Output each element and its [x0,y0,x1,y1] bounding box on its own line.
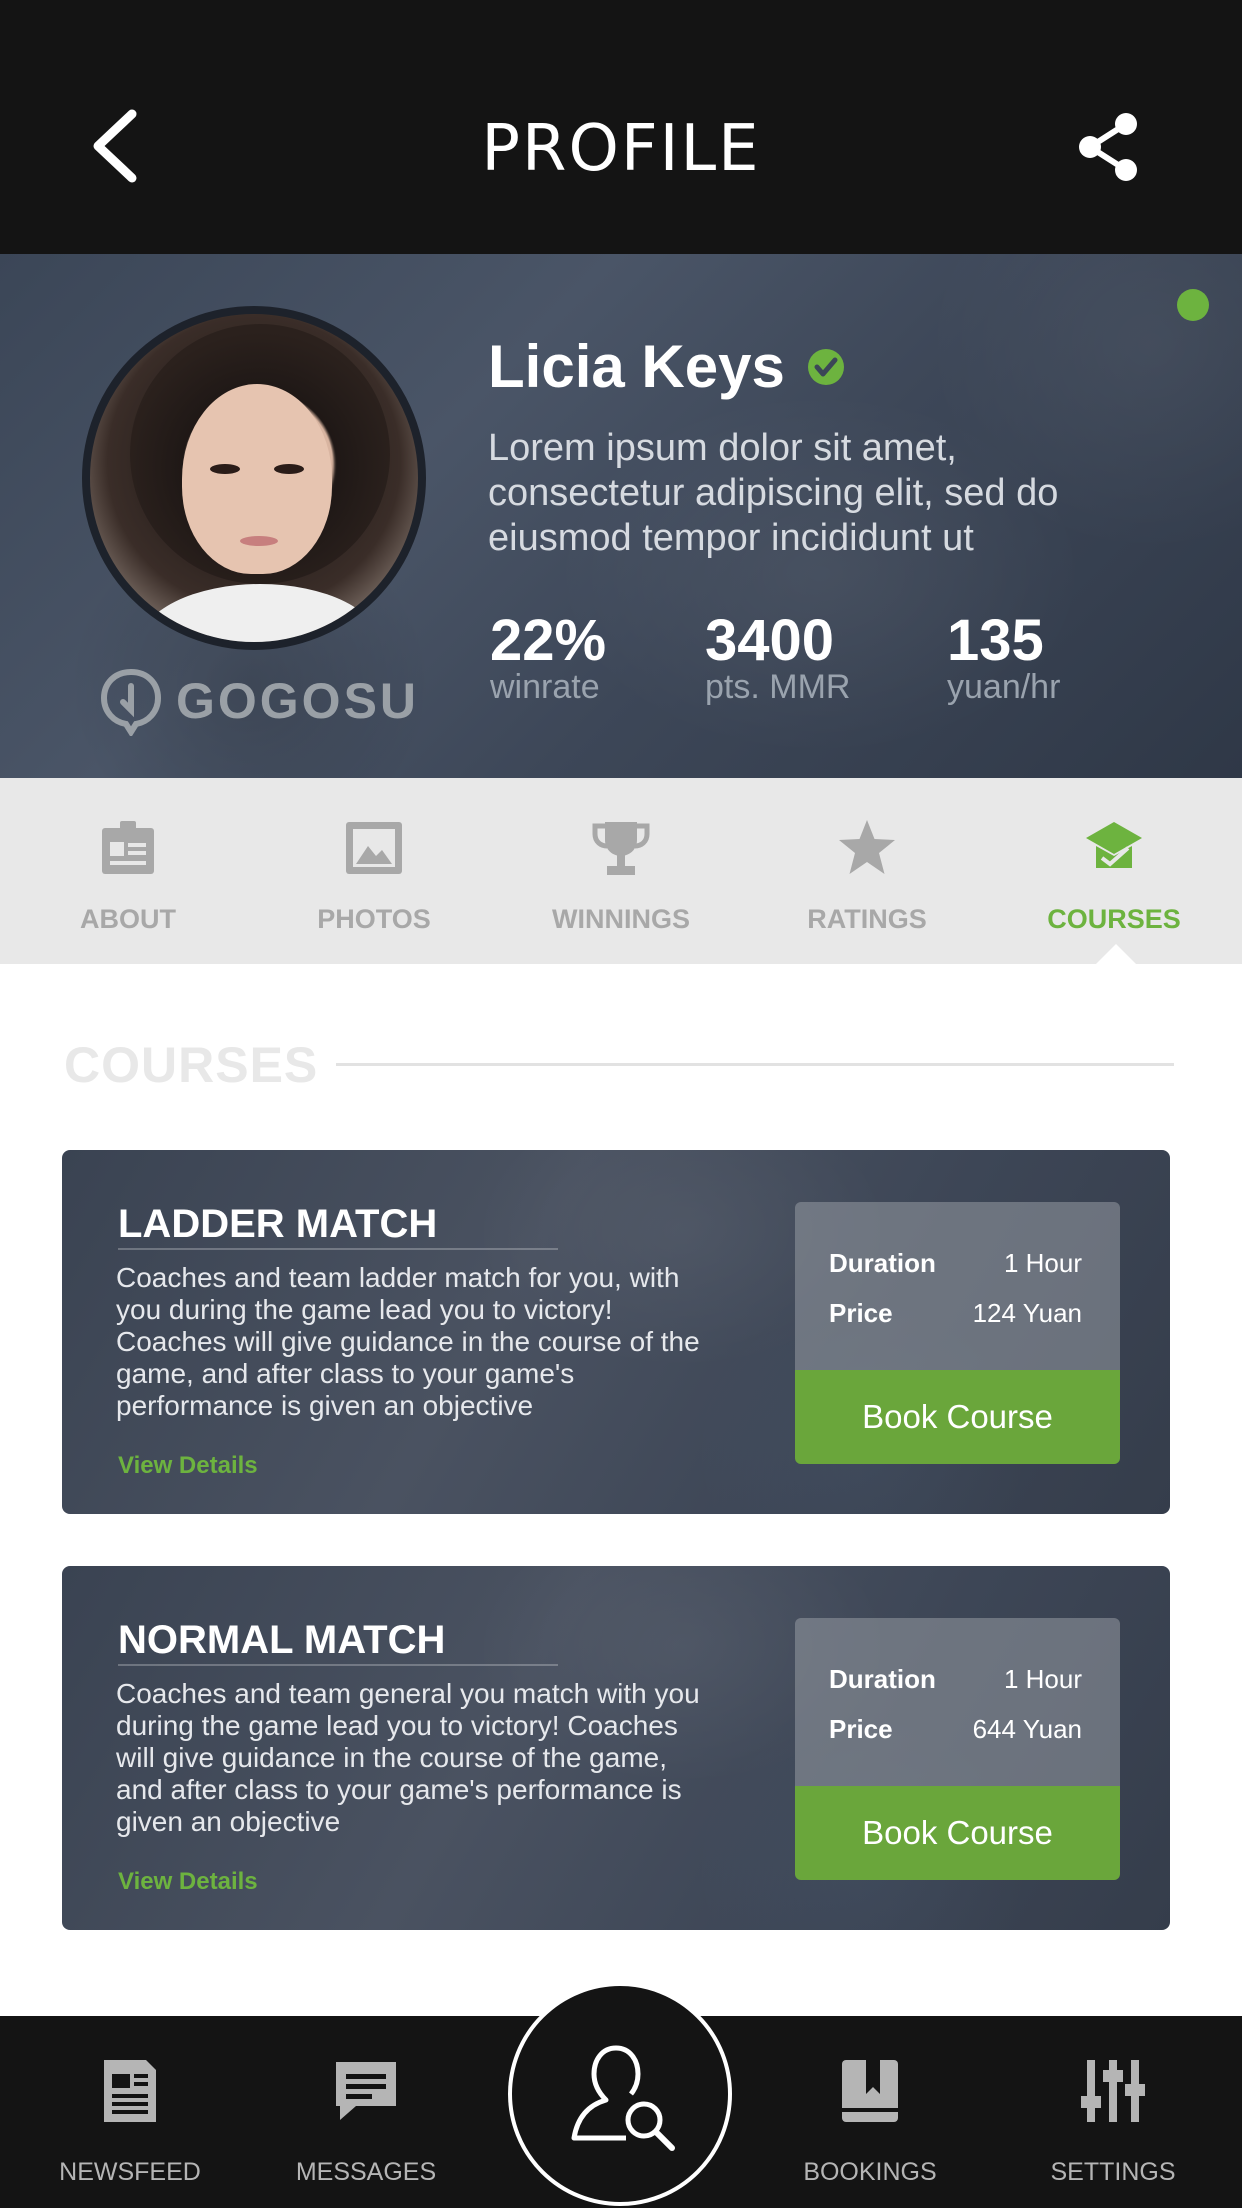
tab-courses[interactable]: COURSES [990,778,1238,964]
nav-label: NEWSFEED [59,2158,201,2186]
course-title: LADDER MATCH [118,1202,438,1246]
profile-bio: Lorem ipsum dolor sit amet, consectetur … [488,427,1059,559]
sliders-icon [1081,2060,1145,2122]
tab-label: COURSES [1047,904,1181,934]
duration-label: Duration [829,1248,936,1278]
image-icon [346,822,402,874]
stat-mmr: 3400 pts. MMR [705,608,851,706]
app-header: PROFILE [0,0,1242,254]
course-card: LADDER MATCH Coaches and team ladder mat… [62,1150,1170,1514]
profile-name: Licia Keys [488,333,785,400]
duration-row: Duration 1 Hour [829,1248,1082,1279]
stat-value: 135 [947,608,1044,673]
online-status-indicator [1177,289,1209,321]
duration-row: Duration 1 Hour [829,1664,1082,1695]
tab-label: ABOUT [80,904,176,934]
page-title: PROFILE [481,112,761,186]
nav-messages[interactable]: MESSAGES [246,2016,486,2208]
price-row: Price 124 Yuan [829,1298,1082,1329]
stat-label: winrate [490,668,600,706]
nav-newsfeed[interactable]: NEWSFEED [10,2016,250,2208]
price-row: Price 644 Yuan [829,1714,1082,1745]
price-value: 124 Yuan [972,1298,1082,1328]
section-divider [336,1063,1174,1066]
message-icon [336,2062,396,2120]
clipboard-icon [102,821,154,874]
course-title: NORMAL MATCH [118,1618,446,1662]
profile-tabs: ABOUT PHOTOS WINNINGS RATINGS COURSES [0,778,1242,964]
tab-winnings[interactable]: WINNINGS [497,778,745,964]
avatar[interactable] [82,306,426,650]
gogosu-logo-icon [100,668,162,736]
stat-value: 3400 [705,608,835,673]
stat-label: pts. MMR [705,668,851,706]
stat-value: 22% [490,608,607,673]
stat-winrate: 22% winrate [490,608,607,706]
tab-label: RATINGS [807,904,927,934]
price-label: Price [829,1298,893,1328]
duration-label: Duration [829,1664,936,1694]
tab-photos[interactable]: PHOTOS [250,778,498,964]
share-icon [1079,113,1137,181]
course-description: Coaches and team ladder match for you, w… [116,1262,700,1421]
nav-bookings[interactable]: BOOKINGS [750,2016,990,2208]
tab-label: WINNINGS [552,904,690,934]
tab-label: PHOTOS [317,904,431,934]
find-coach-button[interactable] [508,1982,732,2206]
price-label: Price [829,1714,893,1744]
newspaper-icon [104,2060,156,2122]
user-search-icon [571,2045,675,2151]
trophy-icon [592,822,650,875]
section-title: COURSES [64,1037,319,1093]
nav-label: SETTINGS [1050,2158,1176,2186]
course-info-box: Duration 1 Hour Price 644 Yuan [795,1618,1120,1786]
course-title-divider [118,1664,558,1666]
book-course-button[interactable]: Book Course [795,1370,1120,1464]
nav-label: BOOKINGS [803,2158,937,2186]
nav-settings[interactable]: SETTINGS [993,2016,1233,2208]
brand-logo: GOGOSU [96,666,419,736]
stat-label: yuan/hr [947,668,1061,706]
bookmark-book-icon [842,2060,898,2122]
stat-rate: 135 yuan/hr [947,608,1061,706]
nav-label: MESSAGES [295,2158,437,2186]
share-button[interactable] [1076,112,1142,182]
tab-ratings[interactable]: RATINGS [743,778,991,964]
tab-about[interactable]: ABOUT [4,778,252,964]
graduation-cap-icon [1086,822,1142,868]
duration-value: 1 Hour [1003,1664,1082,1694]
duration-value: 1 Hour [1003,1248,1082,1278]
view-details-link[interactable]: View Details [118,1868,258,1896]
course-info-box: Duration 1 Hour Price 124 Yuan [795,1202,1120,1370]
profile-name-row: Licia Keys [488,332,845,401]
price-value: 644 Yuan [972,1714,1082,1744]
star-icon [839,820,895,874]
verified-check-icon [807,348,844,385]
course-title-divider [118,1248,558,1250]
active-tab-indicator [1096,944,1136,964]
brand-name: GOGOSU [176,673,420,729]
course-card: NORMAL MATCH Coaches and team general yo… [62,1566,1170,1930]
book-course-button[interactable]: Book Course [795,1786,1120,1880]
course-description: Coaches and team general you match with … [116,1678,700,1837]
view-details-link[interactable]: View Details [118,1452,258,1480]
